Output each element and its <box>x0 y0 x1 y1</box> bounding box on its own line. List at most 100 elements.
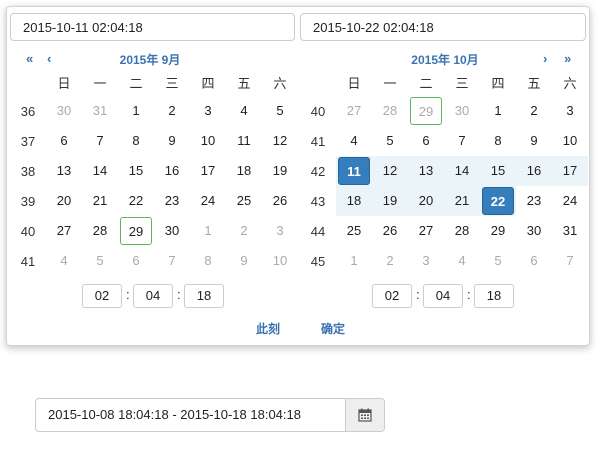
calendar-day[interactable]: 1 <box>336 246 372 276</box>
calendar-day[interactable]: 6 <box>516 246 552 276</box>
calendar-day[interactable]: 10 <box>552 126 588 156</box>
calendar-day[interactable]: 3 <box>408 246 444 276</box>
calendar-day[interactable]: 2 <box>154 96 190 126</box>
calendar-day[interactable]: 29 <box>480 216 516 246</box>
calendar-day[interactable]: 3 <box>552 96 588 126</box>
calendar-day[interactable]: 28 <box>372 96 408 126</box>
calendar-day[interactable]: 5 <box>372 126 408 156</box>
calendar-day[interactable]: 2 <box>226 216 262 246</box>
calendar-day[interactable]: 23 <box>516 186 552 216</box>
range-end-input[interactable] <box>300 13 586 41</box>
calendar-day[interactable]: 1 <box>118 96 154 126</box>
calendar-day[interactable]: 27 <box>46 216 82 246</box>
right-second-input[interactable]: 18 <box>474 284 514 308</box>
calendar-day[interactable]: 2 <box>372 246 408 276</box>
calendar-day[interactable]: 21 <box>82 186 118 216</box>
calendar-day[interactable]: 4 <box>444 246 480 276</box>
calendar-day[interactable]: 5 <box>480 246 516 276</box>
calendar-day[interactable]: 24 <box>552 186 588 216</box>
calendar-day[interactable]: 25 <box>226 186 262 216</box>
calendar-day[interactable]: 30 <box>154 216 190 246</box>
calendar-day[interactable]: 29 <box>118 216 154 246</box>
calendar-day[interactable]: 27 <box>408 216 444 246</box>
calendar-day[interactable]: 5 <box>262 96 298 126</box>
calendar-day[interactable]: 30 <box>46 96 82 126</box>
calendar-day[interactable]: 22 <box>118 186 154 216</box>
calendar-day[interactable]: 5 <box>82 246 118 276</box>
calendar-day[interactable]: 18 <box>336 186 372 216</box>
calendar-day[interactable]: 3 <box>262 216 298 246</box>
calendar-day[interactable]: 9 <box>154 126 190 156</box>
calendar-day[interactable]: 16 <box>154 156 190 186</box>
calendar-day[interactable]: 11 <box>336 156 372 186</box>
calendar-day[interactable]: 30 <box>444 96 480 126</box>
calendar-day[interactable]: 14 <box>444 156 480 186</box>
calendar-day[interactable]: 15 <box>480 156 516 186</box>
calendar-day[interactable]: 1 <box>190 216 226 246</box>
calendar-day[interactable]: 18 <box>226 156 262 186</box>
calendar-day[interactable]: 13 <box>408 156 444 186</box>
calendar-day[interactable]: 8 <box>190 246 226 276</box>
calendar-day[interactable]: 13 <box>46 156 82 186</box>
left-second-input[interactable]: 18 <box>184 284 224 308</box>
calendar-day[interactable]: 9 <box>226 246 262 276</box>
calendar-day[interactable]: 22 <box>480 186 516 216</box>
calendar-day[interactable]: 7 <box>444 126 480 156</box>
range-start-input[interactable] <box>10 13 295 41</box>
right-minute-input[interactable]: 04 <box>423 284 463 308</box>
calendar-day[interactable]: 28 <box>444 216 480 246</box>
calendar-day[interactable]: 26 <box>262 186 298 216</box>
calendar-day[interactable]: 7 <box>82 126 118 156</box>
calendar-day[interactable]: 7 <box>154 246 190 276</box>
calendar-day[interactable]: 27 <box>336 96 372 126</box>
calendar-day[interactable]: 29 <box>408 96 444 126</box>
calendar-day[interactable]: 19 <box>372 186 408 216</box>
calendar-day[interactable]: 20 <box>408 186 444 216</box>
calendar-day[interactable]: 3 <box>190 96 226 126</box>
right-hour-input[interactable]: 02 <box>372 284 412 308</box>
next-year-button[interactable]: » <box>564 51 571 66</box>
calendar-day[interactable]: 4 <box>336 126 372 156</box>
calendar-day[interactable]: 15 <box>118 156 154 186</box>
left-minute-input[interactable]: 04 <box>133 284 173 308</box>
calendar-day[interactable]: 4 <box>46 246 82 276</box>
prev-year-button[interactable]: « <box>26 51 33 66</box>
calendar-day[interactable]: 25 <box>336 216 372 246</box>
calendar-day[interactable]: 12 <box>262 126 298 156</box>
calendar-day[interactable]: 28 <box>82 216 118 246</box>
calendar-day[interactable]: 8 <box>480 126 516 156</box>
calendar-day[interactable]: 6 <box>408 126 444 156</box>
calendar-day[interactable]: 31 <box>82 96 118 126</box>
calendar-day[interactable]: 21 <box>444 186 480 216</box>
calendar-day[interactable]: 4 <box>226 96 262 126</box>
calendar-day[interactable]: 8 <box>118 126 154 156</box>
confirm-button[interactable]: 确定 <box>321 320 345 337</box>
now-button[interactable]: 此刻 <box>256 320 280 337</box>
calendar-day[interactable]: 16 <box>516 156 552 186</box>
calendar-day[interactable]: 20 <box>46 186 82 216</box>
calendar-day[interactable]: 12 <box>372 156 408 186</box>
calendar-day[interactable]: 6 <box>46 126 82 156</box>
calendar-day[interactable]: 17 <box>552 156 588 186</box>
calendar-button[interactable] <box>345 399 384 431</box>
calendar-day[interactable]: 14 <box>82 156 118 186</box>
calendar-day[interactable]: 9 <box>516 126 552 156</box>
next-month-button[interactable]: › <box>543 51 547 66</box>
prev-month-button[interactable]: ‹ <box>47 51 51 66</box>
calendar-day[interactable]: 1 <box>480 96 516 126</box>
calendar-day[interactable]: 2 <box>516 96 552 126</box>
calendar-day[interactable]: 24 <box>190 186 226 216</box>
calendar-day[interactable]: 7 <box>552 246 588 276</box>
calendar-day[interactable]: 10 <box>262 246 298 276</box>
calendar-day[interactable]: 30 <box>516 216 552 246</box>
calendar-day[interactable]: 6 <box>118 246 154 276</box>
calendar-day[interactable]: 17 <box>190 156 226 186</box>
calendar-day[interactable]: 10 <box>190 126 226 156</box>
calendar-day[interactable]: 31 <box>552 216 588 246</box>
daterange-input[interactable]: 2015-10-08 18:04:18 - 2015-10-18 18:04:1… <box>36 399 344 431</box>
calendar-day[interactable]: 23 <box>154 186 190 216</box>
left-hour-input[interactable]: 02 <box>82 284 122 308</box>
calendar-day[interactable]: 19 <box>262 156 298 186</box>
calendar-day[interactable]: 11 <box>226 126 262 156</box>
calendar-day[interactable]: 26 <box>372 216 408 246</box>
